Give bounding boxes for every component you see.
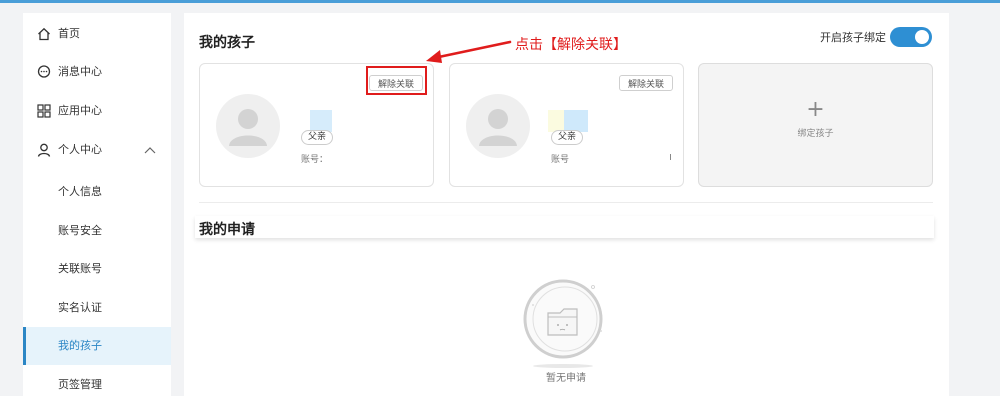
empty-state-text: 暂无申请	[546, 373, 586, 384]
applications-section-title: 我的申请	[199, 222, 255, 238]
account-label: 账号：	[301, 155, 329, 165]
chevron-up-icon[interactable]	[143, 144, 157, 156]
sidebar-item-label: 个人中心	[58, 143, 102, 156]
child-card: 解除关联 父亲 账号	[449, 63, 684, 187]
bind-child-card[interactable]: + 绑定孩子	[698, 63, 933, 187]
child-name-redacted	[548, 110, 588, 132]
toggle-knob	[915, 30, 929, 44]
message-icon	[37, 65, 51, 78]
unbind-button[interactable]: 解除关联	[619, 75, 673, 91]
sidebar-item-label: 关联账号	[58, 262, 102, 275]
relation-tag: 父亲	[551, 130, 584, 145]
sidebar-item-messages[interactable]: 消息中心	[23, 53, 171, 91]
sidebar-subitem-tab-management[interactable]: 页签管理	[23, 366, 171, 396]
sidebar-item-home[interactable]: 首页	[23, 15, 171, 53]
applications-header: 我的申请	[195, 216, 934, 238]
user-icon	[37, 143, 51, 157]
sidebar-item-personal-center[interactable]: 个人中心	[23, 131, 171, 169]
relation-tag: 父亲	[301, 130, 334, 145]
sidebar-subitem-my-children[interactable]: 我的孩子	[23, 327, 171, 365]
home-icon	[38, 27, 50, 41]
sidebar: 首页 消息中心 应用中心 个人中心 个人信息 账号安全 关联账号 实名认证 我的…	[23, 13, 171, 396]
sidebar-subitem-personal-info[interactable]: 个人信息	[23, 173, 171, 211]
toggle-label: 开启孩子绑定	[820, 31, 886, 44]
annotation-text: 点击【解除关联】	[515, 37, 627, 53]
sidebar-item-label: 消息中心	[58, 65, 102, 78]
child-name-redacted	[310, 110, 332, 132]
avatar-placeholder-icon	[229, 109, 267, 146]
sidebar-item-label: 实名认证	[58, 301, 102, 314]
account-label: 账号	[551, 155, 570, 165]
sidebar-item-label: 页签管理	[58, 378, 102, 391]
sidebar-item-label: 我的孩子	[58, 339, 102, 352]
account-value-redacted	[670, 154, 671, 160]
avatar-placeholder-icon	[479, 109, 517, 146]
sidebar-item-apps[interactable]: 应用中心	[23, 92, 171, 130]
sidebar-item-label: 首页	[58, 27, 80, 40]
sidebar-item-label: 应用中心	[58, 104, 102, 117]
annotation-arrow-icon	[426, 40, 512, 63]
sidebar-item-label: 个人信息	[58, 185, 102, 198]
top-accent-line	[0, 0, 1000, 3]
annotation-highlight-box	[366, 66, 427, 95]
apps-grid-icon	[37, 104, 51, 118]
sidebar-subitem-account-security[interactable]: 账号安全	[23, 212, 171, 250]
plus-icon: +	[806, 97, 825, 122]
child-binding-toggle[interactable]	[890, 27, 932, 47]
sidebar-subitem-real-name-auth[interactable]: 实名认证	[23, 289, 171, 327]
sidebar-subitem-linked-accounts[interactable]: 关联账号	[23, 250, 171, 288]
sidebar-item-label: 账号安全	[58, 224, 102, 237]
avatar	[216, 94, 280, 158]
bind-child-label: 绑定孩子	[797, 129, 834, 139]
children-section-title: 我的孩子	[199, 35, 255, 51]
avatar	[466, 94, 530, 158]
empty-folder-icon	[523, 279, 603, 368]
main-panel: 我的孩子 开启孩子绑定 解除关联 父亲 账号： 解除关联 父亲 账号 + 绑定孩…	[184, 13, 949, 396]
child-binding-toggle-group: 开启孩子绑定	[820, 27, 932, 47]
section-divider	[199, 202, 933, 203]
